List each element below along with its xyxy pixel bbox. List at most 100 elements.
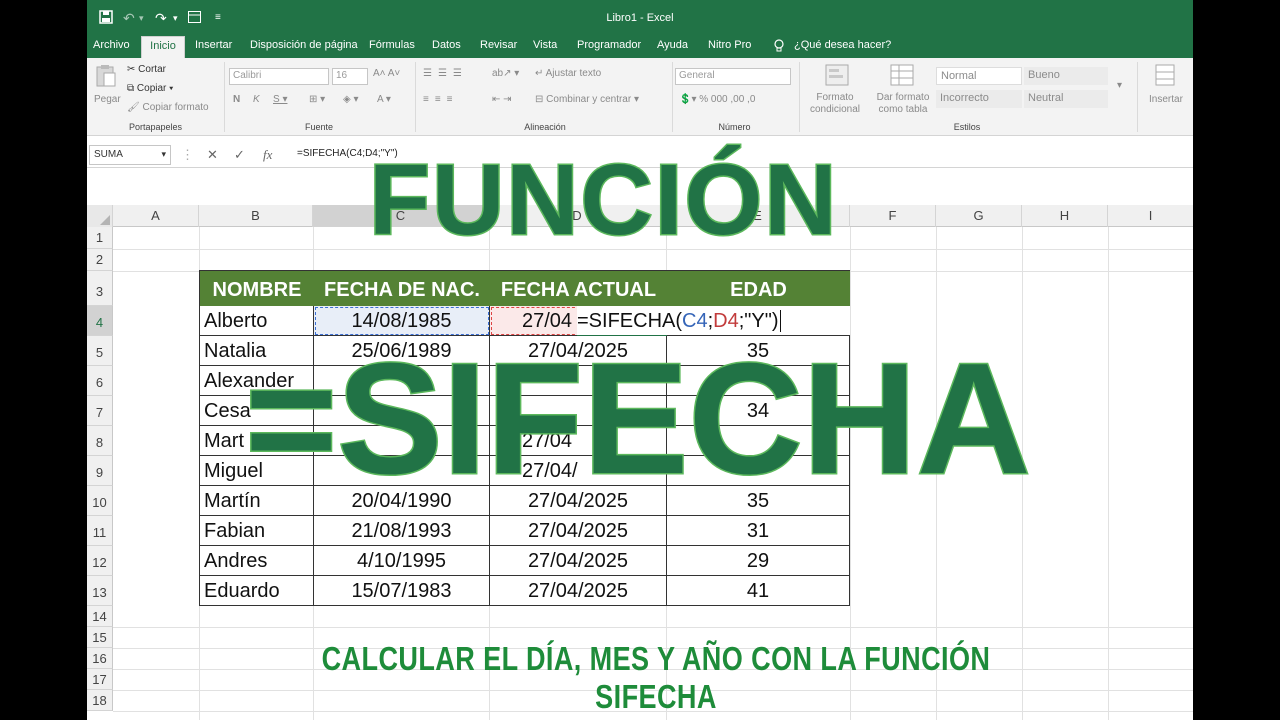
tab-datos[interactable]: Datos [428, 36, 465, 58]
row-header-4[interactable]: 4 [87, 306, 113, 336]
group-alignment-label: Alineación [524, 122, 566, 132]
tab-disposicion[interactable]: Disposición de página [246, 36, 362, 58]
font-grow-icon[interactable]: A˄ A˅ [373, 68, 400, 79]
align-left-icon[interactable]: ≡≡≡ [423, 94, 459, 105]
column-header-i[interactable]: I [1108, 205, 1193, 227]
borders-icon[interactable]: ⊞ ▾ [309, 94, 325, 105]
row-header-13[interactable]: 13 [87, 576, 113, 606]
tab-formulas[interactable]: Fórmulas [365, 36, 419, 58]
align-top-icon[interactable]: ☰☰☰ [423, 68, 468, 79]
styles-more-icon[interactable]: ▾ [1117, 80, 1122, 91]
tab-ayuda[interactable]: Ayuda [653, 36, 692, 58]
format-table-icon[interactable] [890, 64, 914, 89]
font-name-select[interactable]: Calibri [229, 68, 329, 85]
cell-age[interactable]: 31 [667, 516, 850, 546]
row-header-2[interactable]: 2 [87, 249, 113, 271]
row-header-14[interactable]: 14 [87, 606, 113, 627]
cell-current[interactable]: 27/04/2025 [490, 576, 667, 606]
font-size-select[interactable]: 16 [332, 68, 368, 85]
tab-revisar[interactable]: Revisar [476, 36, 521, 58]
divider [1137, 62, 1138, 132]
cell-birth[interactable]: 15/07/1983 [314, 576, 490, 606]
insert-function-icon[interactable]: fx [263, 147, 272, 163]
row-header-16[interactable]: 16 [87, 648, 113, 669]
ribbon: Pegar ✂ Cortar ⧉ Copiar ▾ 🖌 Copiar forma… [87, 58, 1193, 136]
row-header-15[interactable]: 15 [87, 627, 113, 648]
row-header-5[interactable]: 5 [87, 336, 113, 366]
copy-icon: ⧉ [127, 83, 137, 94]
cell-name[interactable]: Eduardo [200, 576, 314, 606]
row-header-11[interactable]: 11 [87, 516, 113, 546]
select-all-corner[interactable] [87, 205, 113, 227]
currency-icon[interactable]: 💲▾ % 000 ,00 ,0 [679, 94, 755, 105]
italic-button[interactable]: K [253, 94, 260, 105]
column-header-f[interactable]: F [850, 205, 936, 227]
cell-name[interactable]: Andres [200, 546, 314, 576]
paste-icon[interactable] [95, 64, 117, 91]
row-header-1[interactable]: 1 [87, 227, 113, 249]
font-color-icon[interactable]: A ▾ [377, 94, 391, 105]
tab-programador[interactable]: Programador [573, 36, 645, 58]
overlay-subtitle: CALCULAR EL DÍA, MES Y AÑO CON LA FUNCIÓ… [321, 640, 991, 715]
enter-icon[interactable]: ✓ [234, 147, 245, 163]
copy-button[interactable]: ⧉ Copiar ▾ [127, 83, 173, 94]
style-bad[interactable]: Incorrecto [936, 90, 1022, 108]
wrap-text-button[interactable]: ↵ Ajustar texto [535, 68, 601, 79]
group-clipboard-label: Portapapeles [128, 122, 183, 132]
tell-me-box[interactable]: ¿Qué desea hacer? [790, 36, 895, 58]
table-header-edad: EDAD [667, 271, 850, 306]
column-header-g[interactable]: G [936, 205, 1022, 227]
bold-button[interactable]: N [233, 94, 240, 105]
wrap-icon: ↵ [535, 68, 546, 79]
tab-archivo[interactable]: Archivo [89, 36, 134, 58]
cell-birth[interactable]: 21/08/1993 [314, 516, 490, 546]
style-neutral[interactable]: Neutral [1024, 90, 1108, 108]
name-box[interactable]: SUMA ▾ [89, 145, 171, 165]
overlay-title: FUNCIÓN [368, 144, 839, 256]
cell-birth[interactable]: 4/10/1995 [314, 546, 490, 576]
conditional-format-button[interactable]: Formato condicional [803, 92, 867, 116]
tab-vista[interactable]: Vista [529, 36, 561, 58]
row-header-9[interactable]: 9 [87, 456, 113, 486]
underline-button[interactable]: S ▾ [273, 94, 287, 105]
tab-nitro-pro[interactable]: Nitro Pro [704, 36, 755, 58]
row-header-10[interactable]: 10 [87, 486, 113, 516]
orientation-icon[interactable]: ab↗ ▾ [492, 68, 519, 79]
cell-age[interactable]: 41 [667, 576, 850, 606]
conditional-format-icon[interactable] [825, 64, 849, 89]
cell-age[interactable]: 29 [667, 546, 850, 576]
insert-cells-icon[interactable] [1155, 64, 1175, 89]
cancel-icon[interactable]: ✕ [207, 147, 218, 163]
paste-button[interactable]: Pegar [94, 94, 121, 105]
cut-button[interactable]: ✂ Cortar [127, 64, 166, 75]
fill-color-icon[interactable]: ◈ ▾ [343, 94, 359, 105]
merge-center-button[interactable]: ⊟ Combinar y centrar ▾ [535, 94, 639, 105]
row-header-3[interactable]: 3 [87, 271, 113, 306]
number-format-select[interactable]: General [675, 68, 791, 85]
style-good[interactable]: Bueno [1024, 67, 1108, 85]
title-bar: ↶ ▾ ↷ ▾ ≡ Libro1 - Excel [87, 0, 1193, 36]
table-header-fecha-actual: FECHA ACTUAL [490, 271, 667, 306]
cell-current[interactable]: 27/04/2025 [490, 516, 667, 546]
row-header-17[interactable]: 17 [87, 669, 113, 690]
style-normal[interactable]: Normal [936, 67, 1022, 85]
row-header-6[interactable]: 6 [87, 366, 113, 396]
lightbulb-icon [770, 36, 788, 58]
row-header-18[interactable]: 18 [87, 690, 113, 711]
column-header-a[interactable]: A [113, 205, 199, 227]
insert-cells-button[interactable]: Insertar [1149, 94, 1183, 105]
cell-name[interactable]: Fabian [200, 516, 314, 546]
format-as-table-button[interactable]: Dar formato como tabla [868, 92, 938, 116]
column-header-h[interactable]: H [1022, 205, 1108, 227]
indent-icon[interactable]: ⇤ ⇥ [492, 94, 512, 105]
cell-current[interactable]: 27/04/2025 [490, 546, 667, 576]
row-header-12[interactable]: 12 [87, 546, 113, 576]
overlay-function-name: =SIFECHA [244, 331, 1033, 507]
format-painter-button[interactable]: 🖌 Copiar formato [127, 102, 209, 113]
row-header-8[interactable]: 8 [87, 426, 113, 456]
tab-inicio[interactable]: Inicio [141, 36, 185, 58]
row-header-7[interactable]: 7 [87, 396, 113, 426]
column-header-b[interactable]: B [199, 205, 313, 227]
merge-icon: ⊟ [535, 94, 547, 105]
tab-insertar[interactable]: Insertar [191, 36, 236, 58]
